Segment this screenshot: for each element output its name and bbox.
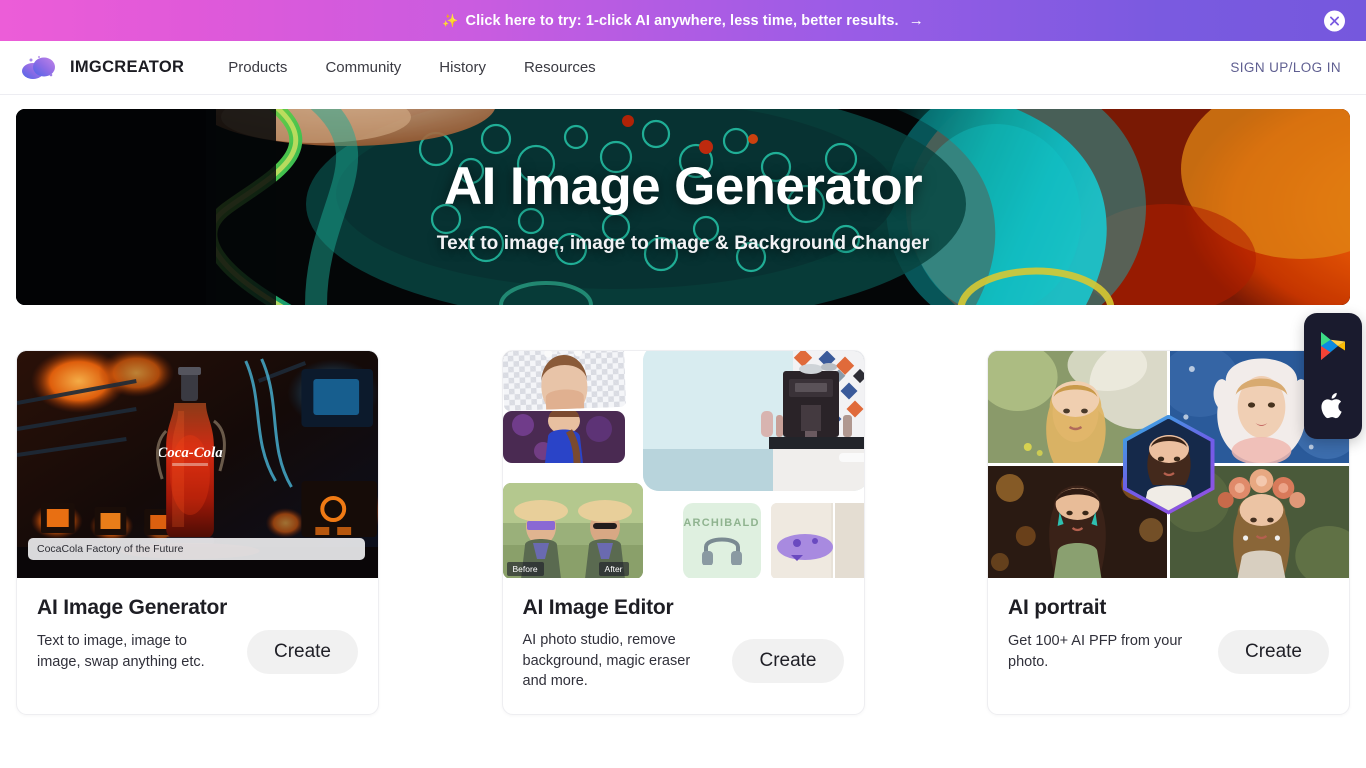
object-removal-tile [770,503,864,578]
headphone-product-tile: ARCHIBALD [682,503,761,578]
cutout-portrait-checker-tile [502,351,626,412]
create-button-portrait[interactable]: Create [1217,630,1329,674]
hero-title: AI Image Generator [443,156,923,216]
app-download-float [1304,313,1362,439]
brand-name: IMGCREATOR [70,58,185,76]
hero-text-block: AI Image Generator Text to image, image … [437,159,929,256]
card-ai-image-editor[interactable]: Before After ARCHIBALD AI Image Editor A… [501,350,865,715]
google-play-icon [1321,332,1345,360]
before-label: Before [506,562,544,576]
card-ai-portrait[interactable]: AI portrait Get 100+ AI PFP from your ph… [987,350,1350,715]
hero-section: AI Image Generator Text to image, image … [0,95,1366,305]
coffee-machine-image [642,351,864,491]
promo-link[interactable]: ✨ Click here to try: 1-click AI anywhere… [442,12,924,29]
sparkles-icon: ✨ [442,13,459,28]
card-body-editor: AI Image Editor AI photo studio, remove … [503,578,864,714]
card-footer-row: Get 100+ AI PFP from your photo. Create [1008,630,1329,674]
card-title: AI portrait [1008,596,1107,619]
editor-collage: Before After ARCHIBALD [502,351,864,578]
main-navbar: IMGCREATOR Products Community History Re… [0,41,1366,95]
hero-banner: AI Image Generator Text to image, image … [16,109,1350,305]
headphones-icon [701,537,742,565]
portrait-grid [988,351,1349,578]
svg-text:Coca-Cola: Coca-Cola [157,445,223,461]
nav-item-products[interactable]: Products [228,59,287,76]
feature-cards-row: Coca-Cola CocaCola Factory of the Future… [0,305,1366,715]
cutout-portrait-image [540,351,587,412]
coffee-machine-tile [642,351,864,491]
create-button-editor[interactable]: Create [732,638,844,683]
arrow-right-icon: → [908,12,924,29]
bokeh-portrait-tile [502,411,625,463]
app-store-button[interactable] [1316,389,1350,423]
nav-item-resources[interactable]: Resources [524,59,596,76]
before-after-tile: Before After [502,483,643,578]
create-button-generator[interactable]: Create [246,630,358,674]
google-play-button[interactable] [1316,329,1350,363]
promo-close-button[interactable] [1324,10,1345,31]
imgcreator-blob-logo-icon [22,55,55,79]
card-description: AI photo studio, remove background, magi… [522,632,691,690]
hero-subtitle: Text to image, image to image & Backgrou… [436,233,930,255]
card-body-portrait: AI portrait Get 100+ AI PFP from your ph… [988,578,1349,714]
card-description: Text to image, image to image, swap anyt… [37,633,205,670]
card-media-generator: Coca-Cola CocaCola Factory of the Future [17,351,378,578]
product-badge-label: ARCHIBALD [683,517,760,529]
signup-login-link[interactable]: SIGN UP/LOG IN [1230,60,1345,75]
card-title: AI Image Editor [522,596,674,619]
nav-links: Products Community History Resources [228,59,595,76]
card-ai-image-generator[interactable]: Coca-Cola CocaCola Factory of the Future… [16,350,379,715]
brand-home-link[interactable]: IMGCREATOR [20,53,184,83]
card-media-portrait [988,351,1349,578]
headphone-badge: ARCHIBALD [682,503,761,578]
promo-text: Click here to try: 1-click AI anywhere, … [465,12,899,29]
nav-item-history[interactable]: History [439,59,486,76]
card-body-generator: AI Image Generator Text to image, image … [17,578,378,714]
nav-item-community[interactable]: Community [325,59,401,76]
bokeh-portrait-image [502,411,625,463]
card-footer-row: Text to image, image to image, swap anyt… [37,630,358,674]
close-icon [1330,16,1339,25]
image-caption: CocaCola Factory of the Future [28,538,365,560]
object-removal-image [770,503,864,578]
promo-banner[interactable]: ✨ Click here to try: 1-click AI anywhere… [0,0,1366,41]
apple-icon [1321,392,1342,419]
card-media-editor: Before After ARCHIBALD [502,351,864,578]
hex-portrait-image [1126,418,1211,511]
card-footer-row: AI photo studio, remove background, magi… [523,630,844,692]
card-description: Get 100+ AI PFP from your photo. [1008,633,1183,670]
card-title: AI Image Generator [37,596,228,619]
avatar [1126,418,1211,511]
after-label: After [598,562,629,576]
